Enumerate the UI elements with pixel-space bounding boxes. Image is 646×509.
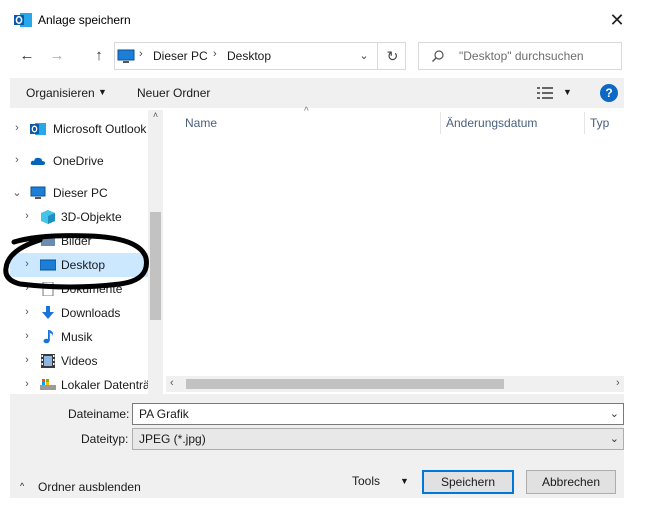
tree-item-downloads[interactable]: › Downloads	[10, 301, 148, 325]
tree-label: Downloads	[61, 306, 121, 320]
new-folder-button[interactable]: Neuer Ordner	[137, 86, 210, 100]
chevron-down-icon[interactable]: ⌄	[353, 47, 375, 65]
back-arrow-icon[interactable]: ←	[16, 44, 38, 68]
address-bar[interactable]: › Dieser PC › Desktop ⌄ ↻	[114, 42, 406, 70]
view-options-icon[interactable]	[537, 86, 553, 100]
tree-item-musik[interactable]: › Musik	[10, 325, 148, 349]
navigation-pane: › Microsoft Outlook › OneDrive ⌄ Dieser …	[10, 110, 163, 394]
tree-label: Dokumente	[61, 282, 123, 296]
tree-label: Videos	[61, 354, 98, 368]
breadcrumb-separator[interactable]: ›	[213, 48, 217, 60]
chevron-down-icon[interactable]: ⌄	[610, 432, 619, 445]
search-input[interactable]: "Desktop" durchsuchen	[418, 42, 622, 70]
tree-label: OneDrive	[53, 154, 104, 168]
breadcrumb-separator: ›	[139, 48, 143, 60]
close-icon[interactable]: ✕	[604, 8, 630, 32]
desktop-icon	[40, 259, 56, 271]
tree-item-lokaler-datentraeger[interactable]: › Lokaler Datenträger	[10, 373, 148, 394]
filetype-label: Dateityp:	[81, 432, 129, 446]
caret-up-icon[interactable]: ^	[20, 481, 24, 491]
music-note-icon	[43, 330, 54, 344]
tree-label: Musik	[61, 330, 93, 344]
filename-value: PA Grafik	[139, 407, 189, 421]
column-divider[interactable]	[440, 112, 441, 134]
column-header-type[interactable]: Typ	[590, 116, 609, 130]
local-disk-icon	[40, 379, 56, 390]
tree-label: Microsoft Outlook	[53, 122, 147, 136]
filetype-value: JPEG (*.jpg)	[139, 432, 206, 446]
scroll-left-icon[interactable]: ‹	[170, 377, 174, 389]
video-film-icon	[41, 354, 55, 368]
tools-button[interactable]: Tools	[352, 474, 380, 488]
tree-item-onedrive[interactable]: › OneDrive	[10, 149, 148, 173]
chevron-down-icon[interactable]: ⌄	[12, 186, 22, 199]
chevron-right-icon[interactable]: ›	[22, 306, 32, 318]
onedrive-cloud-icon	[30, 157, 45, 165]
organize-button[interactable]: Organisieren	[26, 86, 95, 100]
chevron-right-icon[interactable]: ›	[12, 154, 22, 166]
outlook-icon	[30, 123, 46, 135]
filetype-select[interactable]: JPEG (*.jpg) ⌄	[132, 428, 624, 450]
chevron-right-icon[interactable]: ›	[22, 258, 32, 270]
tree-item-3d-objekte[interactable]: › 3D-Objekte	[10, 205, 148, 229]
window-title: Anlage speichern	[38, 13, 131, 27]
chevron-right-icon[interactable]: ›	[22, 234, 32, 246]
sort-ascending-icon: ^	[304, 106, 309, 117]
search-placeholder: "Desktop" durchsuchen	[459, 49, 584, 63]
chevron-right-icon[interactable]: ›	[12, 122, 22, 134]
breadcrumb-dieser-pc[interactable]: Dieser PC	[153, 49, 208, 63]
download-arrow-icon	[42, 306, 54, 319]
caret-down-icon[interactable]: ▼	[563, 87, 572, 97]
pictures-icon	[41, 236, 55, 246]
column-header-date[interactable]: Änderungsdatum	[446, 116, 537, 130]
column-divider[interactable]	[584, 112, 585, 134]
cube-3d-icon	[41, 210, 55, 224]
tree-item-dokumente[interactable]: › Dokumente	[10, 277, 148, 301]
chevron-right-icon[interactable]: ›	[22, 378, 32, 390]
filename-input[interactable]: PA Grafik ⌄	[132, 403, 624, 425]
tree-label: Lokaler Datenträger	[61, 378, 148, 392]
chevron-right-icon[interactable]: ›	[22, 354, 32, 366]
chevron-right-icon[interactable]: ›	[22, 210, 32, 222]
chevron-down-icon[interactable]: ⌄	[610, 407, 619, 420]
cancel-button[interactable]: Abbrechen	[526, 470, 616, 494]
filename-label: Dateiname:	[68, 407, 130, 421]
tree-item-bilder[interactable]: › Bilder	[10, 229, 148, 253]
chevron-right-icon[interactable]: ›	[22, 282, 32, 294]
command-bar: Organisieren ▼ Neuer Ordner ▼ ?	[10, 78, 624, 108]
file-list[interactable]: ^ Name Änderungsdatum Typ	[164, 106, 624, 394]
search-icon	[432, 50, 444, 62]
hide-folders-button[interactable]: Ordner ausblenden	[38, 480, 141, 494]
scroll-right-icon[interactable]: ›	[616, 377, 620, 389]
title-bar: Anlage speichern ✕	[0, 0, 646, 40]
tree-item-dieser-pc[interactable]: ⌄ Dieser PC	[10, 181, 148, 205]
save-options-panel: Dateiname: PA Grafik ⌄ Dateityp: JPEG (*…	[10, 394, 624, 498]
outlook-icon	[14, 13, 32, 27]
caret-down-icon[interactable]: ▼	[98, 87, 107, 97]
forward-arrow-icon[interactable]: →	[46, 44, 68, 68]
refresh-icon[interactable]: ↻	[377, 43, 407, 69]
tree-label: Dieser PC	[53, 186, 108, 200]
up-arrow-icon[interactable]: ↑	[88, 44, 110, 68]
help-icon[interactable]: ?	[600, 84, 618, 102]
documents-icon	[42, 282, 54, 296]
tree-item-videos[interactable]: › Videos	[10, 349, 148, 373]
breadcrumb-desktop[interactable]: Desktop	[227, 49, 271, 63]
tree-label: Desktop	[61, 258, 106, 272]
caret-down-icon[interactable]: ▼	[400, 476, 409, 486]
nav-scrollbar-thumb[interactable]	[150, 212, 161, 320]
scroll-up-icon[interactable]: ˄	[150, 110, 161, 124]
computer-icon	[30, 186, 46, 199]
horizontal-scrollbar-thumb[interactable]	[186, 379, 504, 389]
horizontal-scrollbar[interactable]: ‹ ›	[166, 376, 624, 392]
tree-label: Bilder	[61, 234, 92, 248]
column-header-name[interactable]: Name	[185, 116, 217, 130]
save-button[interactable]: Speichern	[422, 470, 514, 494]
tree-label: 3D-Objekte	[61, 210, 122, 224]
tree-item-desktop[interactable]: › Desktop	[10, 253, 148, 277]
computer-icon	[117, 49, 135, 63]
tree-item-outlook[interactable]: › Microsoft Outlook	[10, 117, 148, 141]
chevron-right-icon[interactable]: ›	[22, 330, 32, 342]
